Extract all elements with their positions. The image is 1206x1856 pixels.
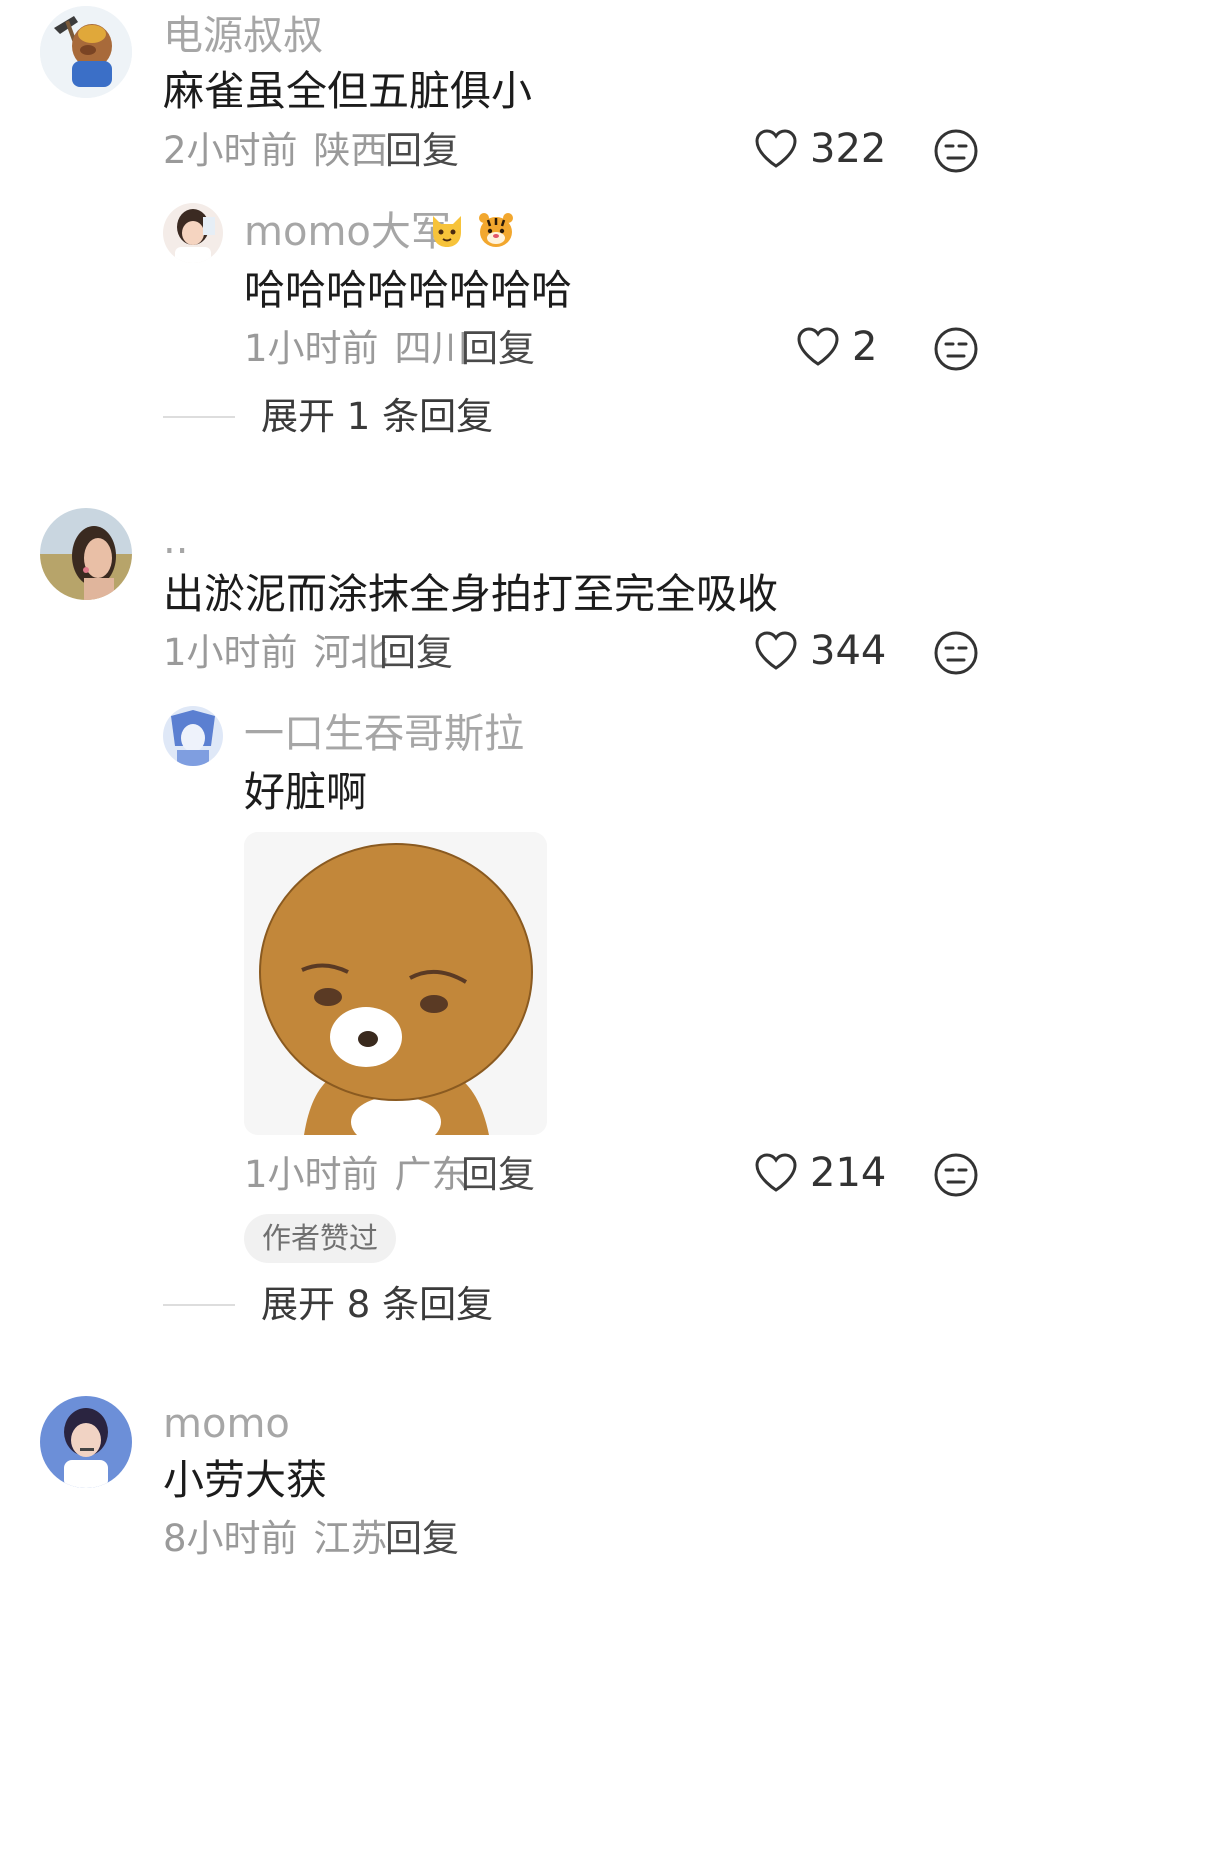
comment-text: 小劳大获 <box>163 1456 327 1504</box>
comment-username[interactable]: 电源叔叔 <box>163 16 323 56</box>
dislike-button[interactable] <box>933 1152 979 1202</box>
heart-icon <box>755 1153 797 1192</box>
bear-sticker-icon <box>244 832 547 1135</box>
comment-username[interactable]: .. <box>163 520 188 560</box>
comment-location: 陕西 <box>313 129 388 172</box>
heart-icon <box>755 631 797 670</box>
like-count: 322 <box>810 126 887 172</box>
divider <box>163 415 235 418</box>
like-button[interactable]: 2 <box>796 326 877 368</box>
reply-button[interactable]: 回复 <box>461 1156 535 1193</box>
like-button[interactable]: 322 <box>754 128 886 170</box>
reply-text: 哈哈哈哈哈哈哈哈 <box>244 266 572 314</box>
comment-meta: 8小时前 江苏 <box>163 1520 388 1557</box>
reply-button[interactable]: 回复 <box>385 1520 459 1557</box>
comment-time: 1小时前 <box>163 631 298 674</box>
bear-sticker-image[interactable] <box>244 832 547 1135</box>
reply-username[interactable]: 一口生吞哥斯拉 <box>244 714 524 754</box>
like-button[interactable]: 214 <box>754 1152 886 1194</box>
reply-button[interactable]: 回复 <box>385 132 459 169</box>
reply-button[interactable]: 回复 <box>461 330 535 367</box>
expand-replies-button[interactable]: 展开 1 条回复 <box>163 398 493 435</box>
expand-replies-button[interactable]: 展开 8 条回复 <box>163 1286 493 1323</box>
reply-time: 1小时前 <box>244 327 379 370</box>
reply-time: 1小时前 <box>244 1153 379 1196</box>
like-count: 344 <box>810 628 887 674</box>
meh-face-icon <box>934 631 978 675</box>
reply-location: 广东 <box>394 1153 469 1196</box>
heart-icon <box>755 129 797 168</box>
meh-face-icon <box>934 129 978 173</box>
comment-text: 麻雀虽全但五脏俱小 <box>163 67 532 115</box>
avatar[interactable] <box>40 6 132 98</box>
like-count: 2 <box>852 324 878 370</box>
meh-face-icon <box>934 327 978 371</box>
comment-time: 2小时前 <box>163 129 298 172</box>
reply-button[interactable]: 回复 <box>379 634 453 671</box>
heart-icon <box>797 327 839 366</box>
avatar[interactable] <box>163 203 223 263</box>
comment-meta: 1小时前 河北 <box>163 634 388 671</box>
avatar[interactable] <box>40 1396 132 1488</box>
like-button[interactable]: 344 <box>754 630 886 672</box>
reply-username[interactable]: momo大军 <box>244 212 451 252</box>
tiger-emoji-icon <box>476 210 516 254</box>
comment-time: 8小时前 <box>163 1517 298 1560</box>
dislike-button[interactable] <box>933 326 979 376</box>
reply-location: 四川 <box>394 327 469 370</box>
comment-username[interactable]: momo <box>163 1404 290 1444</box>
author-liked-badge: 作者赞过 <box>244 1214 397 1263</box>
comment-location: 江苏 <box>313 1517 388 1560</box>
reply-meta: 1小时前 四川 <box>244 330 469 367</box>
expand-replies-label: 展开 1 条回复 <box>261 395 494 438</box>
dislike-button[interactable] <box>933 128 979 178</box>
dislike-button[interactable] <box>933 630 979 680</box>
avatar[interactable] <box>40 508 132 600</box>
reply-text: 好脏啊 <box>244 768 367 816</box>
comment-meta: 2小时前 陕西 <box>163 132 388 169</box>
meh-face-icon <box>934 1153 978 1197</box>
cat-emoji-icon <box>427 210 467 254</box>
reply-meta: 1小时前 广东 <box>244 1156 469 1193</box>
comment-location: 河北 <box>313 631 388 674</box>
like-count: 214 <box>810 1150 887 1196</box>
comment-text: 出淤泥而涂抹全身拍打至完全吸收 <box>163 570 778 618</box>
divider <box>163 1303 235 1306</box>
avatar[interactable] <box>163 706 223 766</box>
expand-replies-label: 展开 8 条回复 <box>261 1283 494 1326</box>
